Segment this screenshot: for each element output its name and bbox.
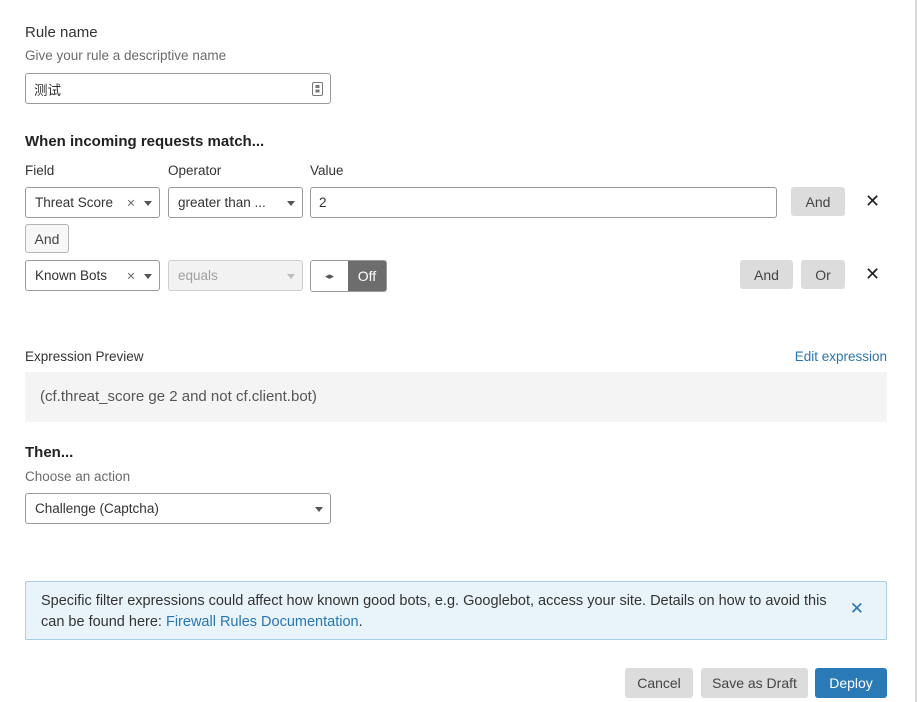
- chevron-down-icon: [287, 273, 295, 279]
- chevron-down-icon: [144, 273, 152, 279]
- condition1-and-button[interactable]: And: [791, 187, 845, 216]
- condition1-operator-value: greater than ...: [178, 195, 266, 210]
- condition2-and-button[interactable]: And: [740, 260, 793, 289]
- condition2-field-value: Known Bots: [35, 268, 108, 283]
- alert-text: Specific filter expressions could affect…: [41, 593, 827, 630]
- deploy-button[interactable]: Deploy: [815, 668, 887, 698]
- condition2-remove-icon[interactable]: ✕: [865, 264, 880, 285]
- edit-expression-link[interactable]: Edit expression: [795, 349, 887, 364]
- chevron-down-icon: [144, 200, 152, 206]
- cancel-button[interactable]: Cancel: [625, 668, 693, 698]
- rule-name-label: Rule name: [25, 24, 98, 41]
- chevron-down-icon: [315, 506, 323, 512]
- join-and-label: And: [25, 224, 69, 253]
- then-description: Choose an action: [25, 469, 131, 484]
- toggle-arrows-icon: ◂▸: [311, 261, 348, 291]
- field-column-label: Field: [25, 163, 55, 178]
- then-heading: Then...: [25, 444, 74, 461]
- info-alert: Specific filter expressions could affect…: [25, 581, 887, 640]
- action-value: Challenge (Captcha): [35, 501, 159, 516]
- condition1-remove-icon[interactable]: ✕: [865, 191, 880, 212]
- condition2-value-toggle[interactable]: ◂▸ Off: [310, 260, 387, 292]
- close-icon[interactable]: ✕: [850, 599, 864, 619]
- expression-preview-box: (cf.threat_score ge 2 and not cf.client.…: [25, 372, 887, 422]
- expression-text: (cf.threat_score ge 2 and not cf.client.…: [40, 388, 317, 405]
- clear-icon[interactable]: ×: [127, 194, 135, 210]
- condition1-value-input[interactable]: 2: [310, 187, 777, 218]
- condition2-or-button[interactable]: Or: [801, 260, 845, 289]
- firewall-docs-link[interactable]: Firewall Rules Documentation: [166, 614, 359, 630]
- expression-preview-label: Expression Preview: [25, 349, 144, 364]
- alert-suffix: .: [358, 614, 363, 630]
- operator-column-label: Operator: [168, 163, 222, 178]
- condition1-value-text: 2: [319, 195, 327, 210]
- rule-name-description: Give your rule a descriptive name: [25, 48, 227, 63]
- condition1-field-value: Threat Score: [35, 195, 114, 210]
- condition2-field-select[interactable]: Known Bots ×: [25, 260, 160, 291]
- condition2-operator-select: equals: [168, 260, 303, 291]
- action-select[interactable]: Challenge (Captcha): [25, 493, 331, 524]
- password-manager-icon[interactable]: [312, 82, 323, 99]
- match-heading: When incoming requests match...: [25, 133, 265, 150]
- clear-icon[interactable]: ×: [127, 267, 135, 283]
- rule-name-input[interactable]: 测试: [25, 73, 331, 104]
- condition1-field-select[interactable]: Threat Score ×: [25, 187, 160, 218]
- condition1-operator-select[interactable]: greater than ...: [168, 187, 303, 218]
- value-column-label: Value: [310, 163, 344, 178]
- rule-name-value: 测试: [34, 82, 61, 98]
- chevron-down-icon: [287, 200, 295, 206]
- toggle-state-label: Off: [348, 261, 386, 291]
- condition2-operator-value: equals: [178, 268, 218, 283]
- alert-message: Specific filter expressions could affect…: [41, 591, 831, 633]
- save-draft-button[interactable]: Save as Draft: [701, 668, 808, 698]
